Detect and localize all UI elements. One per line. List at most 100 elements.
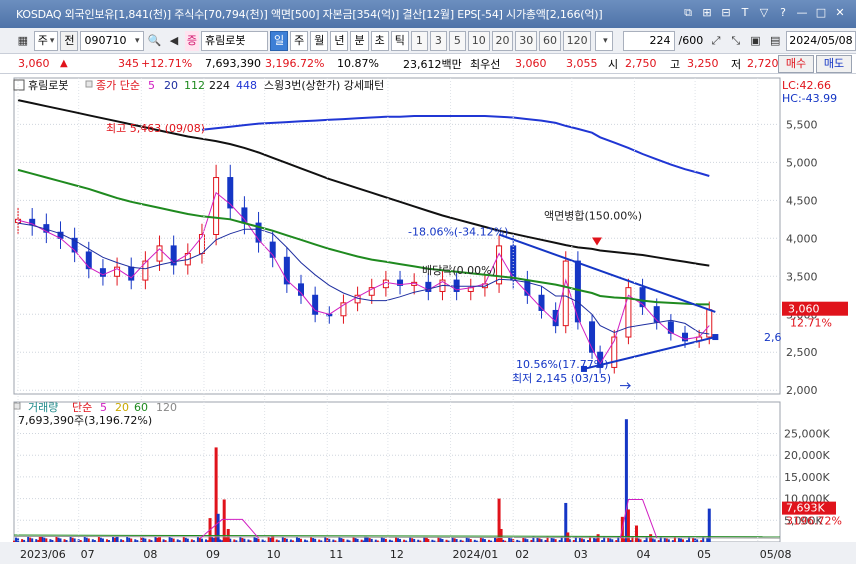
volume-bar (38, 536, 42, 542)
volume-bar (481, 538, 484, 542)
grid-icon[interactable]: ▦ (14, 32, 32, 50)
buy-button[interactable]: 매수 (778, 55, 814, 73)
x-tick-label: 05/08 (760, 548, 792, 561)
volume-tick-label: 25,000K (784, 428, 830, 441)
split-icon[interactable]: ⊟ (718, 5, 734, 21)
interval-120[interactable]: 120 (562, 30, 592, 51)
expand-icon[interactable]: ⤢ (707, 32, 725, 50)
stock-code-input[interactable]: 090710 (80, 30, 144, 51)
arrow-icon[interactable]: ◀ (165, 32, 183, 50)
collapse-icon[interactable]: ⤡ (727, 32, 745, 50)
interval-20[interactable]: 20 (491, 30, 514, 51)
volume-bar (679, 538, 682, 542)
help-icon[interactable]: ? (775, 5, 791, 21)
price-chart[interactable]: 2,0002,5003,0003,5004,0004,5005,0005,500… (0, 74, 856, 564)
date-input[interactable]: 2024/05/08 (785, 30, 856, 51)
interval-dropdown[interactable] (595, 30, 614, 51)
interval-1[interactable]: 1 (410, 30, 428, 51)
volume-bar (409, 537, 412, 542)
volume-bar (277, 540, 280, 542)
search-icon[interactable]: 🔍 (146, 32, 164, 50)
volume-bar (241, 537, 244, 542)
candle-body (156, 245, 163, 262)
volume-bar (663, 537, 666, 542)
volume-bar (399, 538, 402, 542)
volume-bar (540, 539, 543, 542)
save-icon[interactable]: ▣ (747, 32, 765, 50)
tab-week[interactable]: 주 (290, 30, 309, 51)
volume-bar (144, 538, 147, 542)
volume-legend-value: 7,693,390주(3,196.72%) (18, 414, 152, 427)
volume-bar (522, 537, 525, 542)
price-change: 345 (118, 57, 139, 70)
stock-name-field[interactable]: 휴림로봇 (201, 30, 268, 51)
annotation-dividend: 배당락(0.00%) (422, 264, 496, 277)
candle-body (241, 207, 248, 224)
tab-tick[interactable]: 틱 (390, 30, 409, 51)
tab-day[interactable]: 일 (269, 30, 289, 51)
volume-bar (342, 538, 345, 542)
volume-bar (43, 537, 46, 542)
volume-bar (544, 539, 547, 542)
interval-5[interactable]: 5 (448, 30, 466, 51)
volume-bar (126, 536, 129, 542)
tab-year[interactable]: 년 (330, 30, 349, 51)
x-tick-label: 12 (390, 548, 404, 561)
low-label: 저 (731, 57, 742, 71)
volume-bar (49, 539, 52, 542)
volume-bar (593, 537, 596, 542)
volume-bar (142, 537, 145, 542)
open-label: 시 (608, 57, 619, 71)
link-icon[interactable]: ⧉ (680, 5, 696, 21)
text-icon[interactable]: T (737, 5, 753, 21)
volume-bar (431, 539, 434, 542)
layout-icon[interactable]: ⊞ (699, 5, 715, 21)
legend-ma-period: 112 (184, 79, 205, 92)
interval-60[interactable]: 60 (539, 30, 561, 51)
volume-bar (176, 539, 179, 542)
legend-dot-icon (13, 402, 21, 410)
volume-bar (27, 536, 30, 542)
volume-bar (524, 538, 527, 542)
window-titlebar: KOSDAQ 외국인보유[1,841(천)] 주식수[70,794(천)] 액면… (0, 0, 856, 28)
volume-bar (105, 539, 108, 542)
volume-bar (696, 539, 699, 542)
hc-label: HC:-43.99 (782, 92, 837, 105)
volume-bar (289, 539, 292, 542)
minimize-icon[interactable]: — (794, 5, 810, 21)
volume-bar (445, 539, 448, 542)
prev-button[interactable]: 전 (60, 30, 79, 51)
chart-type-select[interactable]: 주 (33, 30, 59, 51)
interval-10[interactable]: 10 (467, 30, 490, 51)
x-tick-label: 11 (329, 548, 343, 561)
x-tick-label: 08 (143, 548, 157, 561)
volume-bar (283, 537, 286, 542)
volume-bar (122, 540, 125, 542)
last-price-value: 3,060 (788, 303, 820, 316)
price-tick-label: 2,000 (786, 384, 818, 397)
close-icon[interactable]: ✕ (832, 5, 848, 21)
legend-stock-name: 휴림로봇 (28, 79, 68, 92)
maximize-icon[interactable]: □ (813, 5, 829, 21)
volume-bar (487, 539, 490, 542)
sell-button[interactable]: 매도 (816, 55, 852, 73)
volume-bar (310, 537, 313, 542)
volume-bar (182, 537, 185, 542)
calendar-icon[interactable]: ▤ (766, 32, 784, 50)
count-input[interactable]: 224 (623, 30, 675, 51)
tab-month[interactable]: 월 (310, 30, 329, 51)
volume-bar (291, 540, 294, 542)
filter-icon[interactable]: ▽ (756, 5, 772, 21)
volume-bar (346, 539, 349, 542)
tab-minute[interactable]: 분 (350, 30, 369, 51)
volume-bar (57, 537, 60, 542)
volume-bar (607, 537, 610, 542)
candle-body (85, 251, 92, 270)
interval-3[interactable]: 3 (429, 30, 447, 51)
volume-bar (243, 538, 246, 542)
tab-second[interactable]: 초 (370, 30, 389, 51)
best-bid: 3,055 (566, 57, 598, 70)
volume-bar (79, 540, 82, 542)
volume-bar (538, 538, 541, 542)
interval-30[interactable]: 30 (515, 30, 538, 51)
